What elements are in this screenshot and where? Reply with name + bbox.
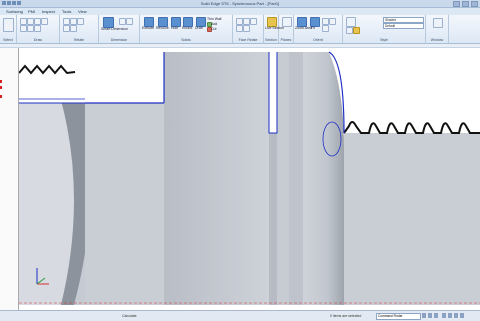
revolve-label: Revolve	[156, 26, 169, 30]
rotate-icon[interactable]	[329, 18, 336, 25]
parallel-icon[interactable]	[63, 25, 70, 32]
tab-pmi[interactable]: PMI	[28, 9, 35, 14]
draft-label: Draft	[195, 26, 203, 30]
path-finder-pane[interactable]	[0, 48, 19, 310]
group-select: Select	[0, 15, 17, 43]
tree-marker	[0, 86, 2, 89]
group-label-face-relate: Face Relate	[238, 38, 258, 42]
coaxial-icon[interactable]	[243, 18, 250, 25]
fit-label: Fit	[311, 26, 315, 30]
distance-between-icon[interactable]	[119, 18, 126, 25]
group-label-select: Select	[3, 38, 13, 42]
round-label: Round	[182, 26, 193, 30]
switch-windows-icon[interactable]	[433, 18, 443, 28]
hole-label: Hole	[171, 26, 179, 30]
pan-icon[interactable]	[322, 18, 329, 25]
status-icon[interactable]	[460, 313, 464, 318]
tab-surfacing[interactable]: Surfacing	[6, 9, 23, 14]
group-section: Live Section Section	[264, 15, 284, 43]
group-label-window: Window	[430, 38, 444, 42]
ribbon-tabs: Surfacing PMI Inspect Tools View	[0, 8, 480, 15]
group-face-relate: Face Relate	[233, 15, 264, 43]
mirror-icon[interactable]	[34, 25, 41, 32]
parallel-face-icon[interactable]	[250, 18, 257, 25]
material-select[interactable]: Default	[383, 23, 424, 29]
thin-wall-label[interactable]: Thin Wall	[207, 17, 221, 21]
zoom-icon[interactable]	[322, 25, 329, 32]
coordinate-system-icon[interactable]	[282, 17, 292, 27]
status-icon[interactable]	[448, 313, 452, 318]
group-label-draw: Draw	[33, 38, 43, 42]
group-label-style: Style	[380, 38, 388, 42]
horizontal-vertical-icon[interactable]	[63, 18, 70, 25]
part-model-view	[19, 48, 480, 310]
graphics-window[interactable]	[19, 48, 480, 310]
group-label-section: Section	[265, 38, 277, 42]
threaded-body	[344, 133, 480, 305]
part-painter-icon[interactable]	[353, 27, 360, 34]
add-label[interactable]: Add	[211, 22, 217, 26]
fillet-face	[303, 52, 344, 305]
ribbon: Select Draw Relate Smart Dimension Dimen…	[0, 15, 480, 44]
curved-face	[19, 100, 74, 305]
trim-icon[interactable]	[27, 25, 34, 32]
group-label-planes: Planes	[280, 38, 292, 42]
equal-icon[interactable]	[70, 25, 77, 32]
status-icon[interactable]	[422, 313, 426, 318]
tab-view[interactable]: View	[78, 9, 87, 14]
status-bar: Calculate 0 items are selected Command F…	[0, 310, 480, 321]
shading-icon[interactable]	[346, 27, 353, 34]
group-label-relate: Relate	[73, 38, 85, 42]
command-finder-input[interactable]: Command Finder	[376, 313, 421, 320]
group-orient: Zoom Area Fit Orient	[294, 15, 343, 43]
minimize-button[interactable]	[453, 1, 460, 7]
group-relate: Relate	[60, 15, 99, 43]
status-icon[interactable]	[434, 313, 438, 318]
window-title: Solid Edge ST6 - Synchronous Part - [Par…	[200, 1, 280, 6]
coplanar-icon[interactable]	[236, 18, 243, 25]
cylinder-section	[164, 52, 269, 305]
view-style-icon[interactable]	[346, 17, 356, 27]
tab-inspect[interactable]: Inspect	[42, 9, 55, 14]
tree-marker	[0, 80, 2, 83]
window-controls	[453, 1, 478, 7]
extrude-label: Extrude	[142, 26, 155, 30]
connect-icon[interactable]	[70, 18, 77, 25]
status-left-text: Calculate	[122, 314, 137, 318]
group-label-dimension: Dimension	[110, 38, 128, 42]
selection-count: 0 items are selected	[330, 314, 362, 318]
maximize-button[interactable]	[462, 1, 469, 7]
status-icon[interactable]	[454, 313, 458, 318]
group-style: Shaded Default Style	[343, 15, 426, 43]
status-icon[interactable]	[442, 313, 446, 318]
close-button[interactable]	[471, 1, 478, 7]
perpendicular-icon[interactable]	[236, 25, 243, 32]
group-draw: Draw	[17, 15, 60, 43]
group-planes: Planes	[279, 15, 294, 43]
status-icon[interactable]	[428, 313, 432, 318]
group-label-solids: Solids	[181, 38, 191, 42]
arc-icon[interactable]	[27, 18, 34, 25]
select-tool-icon[interactable]	[3, 18, 14, 32]
symmetric-icon[interactable]	[243, 25, 250, 32]
circle-icon[interactable]	[34, 18, 41, 25]
line-icon[interactable]	[20, 18, 27, 25]
tangent-icon[interactable]	[77, 18, 84, 25]
group-label-orient: Orient	[313, 38, 323, 42]
fillet-icon[interactable]	[20, 25, 27, 32]
smart-dimension-label: Smart Dimension	[101, 27, 128, 31]
tab-tools[interactable]: Tools	[62, 9, 71, 14]
angle-between-icon[interactable]	[126, 18, 133, 25]
cut-label[interactable]: Cut	[211, 27, 216, 31]
group-window: Window	[426, 15, 449, 43]
group-dimension: Smart Dimension Dimension	[99, 15, 140, 43]
group-solids: Extrude Revolve Hole Round Draft Thin Wa…	[140, 15, 233, 43]
tree-marker	[0, 95, 2, 98]
rectangle-icon[interactable]	[41, 18, 48, 25]
title-bar: Solid Edge ST6 - Synchronous Part - [Par…	[0, 0, 480, 8]
